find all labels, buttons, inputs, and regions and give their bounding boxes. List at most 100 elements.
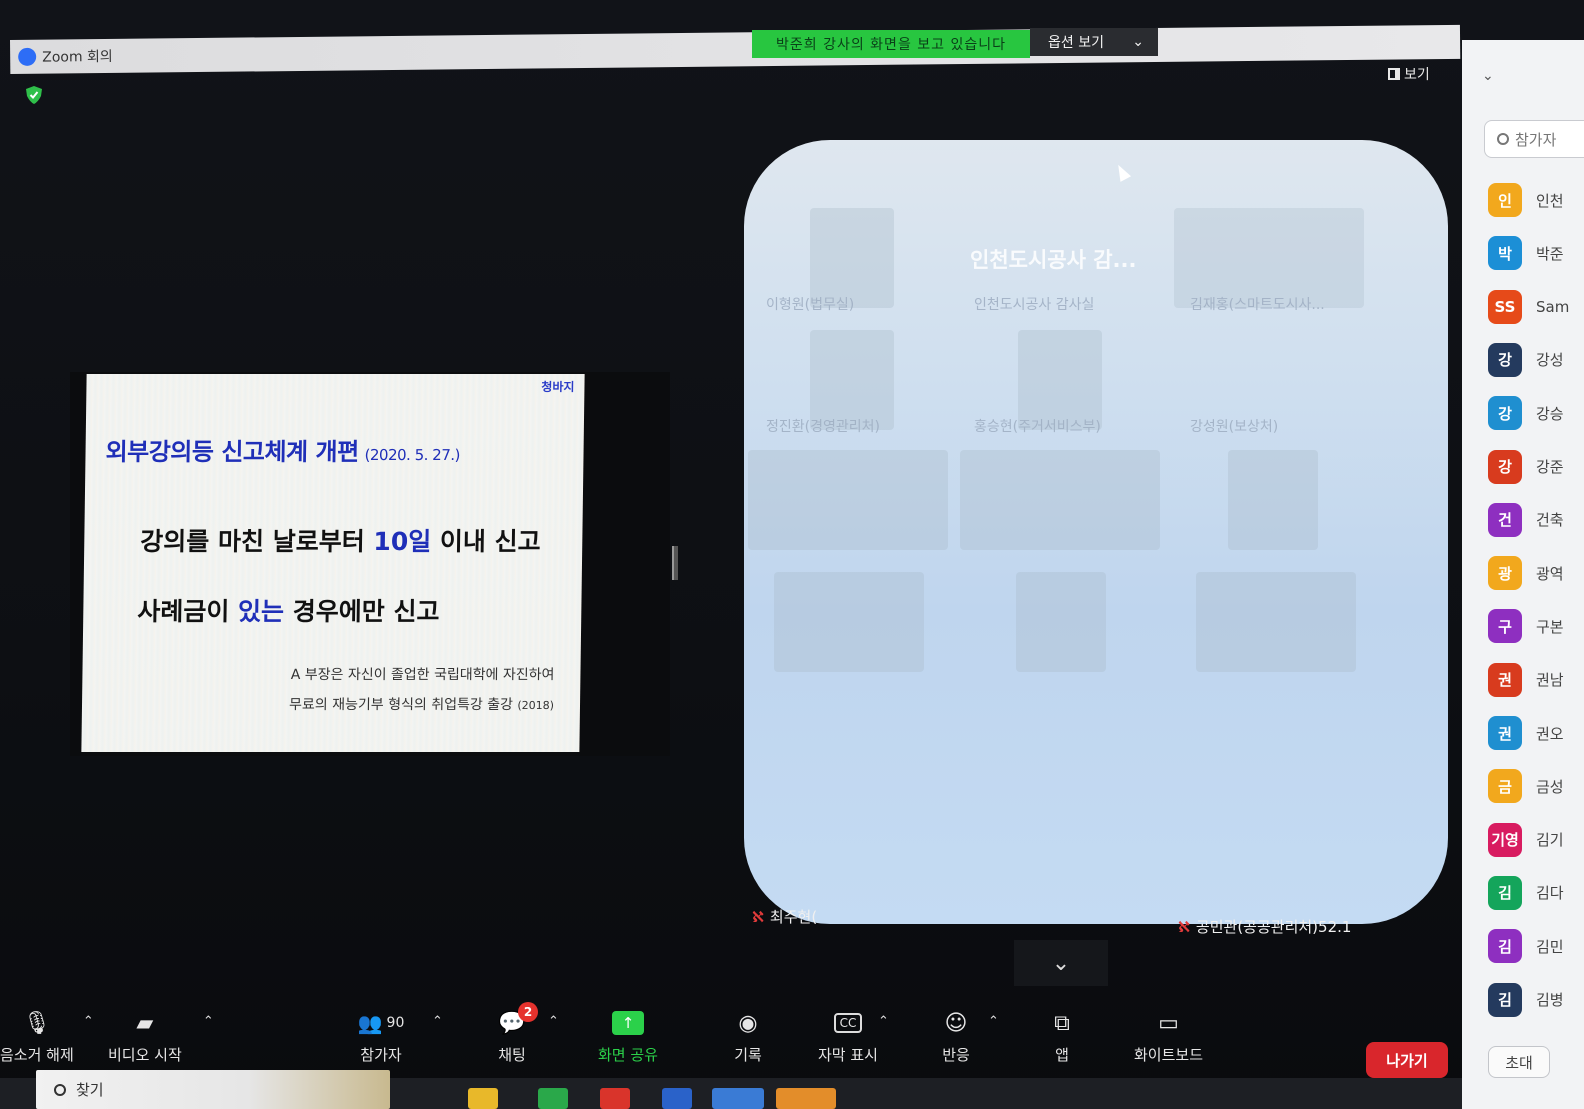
caret-up-icon[interactable]: ⌃ — [988, 1014, 999, 1029]
avatar: 강 — [1488, 342, 1522, 377]
muted-mic-icon: ℵ — [1178, 918, 1190, 936]
video-tile[interactable] — [1172, 446, 1372, 558]
apps-label: 앱 — [1055, 1046, 1069, 1064]
tile-caption-text: 공민관(공공관리처)52.1 — [1195, 918, 1352, 936]
app-icon[interactable] — [776, 1088, 836, 1109]
browser-icon[interactable] — [600, 1088, 630, 1109]
avatar: 김 — [1488, 929, 1522, 964]
participant-count: 90 — [386, 1015, 405, 1031]
video-tile[interactable] — [774, 568, 974, 680]
participant-row[interactable]: 광 광역 — [1488, 555, 1584, 591]
video-tile[interactable] — [1016, 568, 1216, 680]
apps-icon: ⧉ — [1054, 1010, 1070, 1036]
video-tile[interactable]: 홍승현(주거서비스부) — [956, 326, 1156, 438]
tile-name: 정진환(경영관리처) — [766, 419, 880, 435]
participant-row[interactable]: 김 김다 — [1488, 875, 1584, 911]
zoom-logo-icon — [18, 47, 37, 66]
participant-row[interactable]: 인 인천 — [1488, 182, 1584, 218]
video-gallery: 이형원(법무실) 인천도시공사 감... 인천도시공사 감사실 김재홍(스마트도… — [744, 140, 1448, 924]
caret-up-icon[interactable]: ⌃ — [203, 1014, 214, 1029]
window-title: Zoom 회의 — [42, 48, 113, 66]
apps-button[interactable]: ⧉ 앱 — [1044, 1008, 1080, 1065]
video-tile[interactable]: 인천도시공사 감... 인천도시공사 감사실 — [956, 204, 1156, 316]
caret-up-icon[interactable]: ⌃ — [878, 1014, 889, 1029]
invite-button[interactable]: 초대 — [1488, 1046, 1550, 1078]
avatar: 강 — [1488, 396, 1522, 431]
share-screen-button[interactable]: ↑ 화면 공유 — [598, 1008, 658, 1065]
participant-search-input[interactable]: 참가자 — [1484, 120, 1584, 158]
video-tile[interactable]: 이형원(법무실) — [748, 204, 948, 316]
participant-row[interactable]: 강 강승 — [1488, 395, 1584, 431]
slide-tag: 청바지 — [541, 380, 575, 394]
chevron-down-icon: ⌄ — [1051, 950, 1071, 976]
video-tile[interactable]: 강성원(보상처) — [1172, 326, 1372, 438]
participant-row[interactable]: 기영 김기 — [1488, 822, 1584, 858]
slide-note-2-year: (2018) — [517, 699, 555, 712]
participant-video — [1174, 208, 1364, 308]
view-layout-button[interactable]: 보기 — [1388, 64, 1430, 84]
video-tile[interactable]: 김재홍(스마트도시사... — [1172, 204, 1372, 316]
shield-icon[interactable] — [26, 86, 42, 104]
whiteboard-button[interactable]: ▭ 화이트보드 — [1134, 1008, 1203, 1065]
participant-row[interactable]: 강 강성 — [1488, 342, 1584, 378]
gallery-next-page-button[interactable]: ⌄ — [1014, 940, 1108, 986]
folder-icon[interactable] — [468, 1088, 498, 1109]
caret-up-icon[interactable]: ⌃ — [432, 1014, 443, 1029]
video-tile[interactable]: 정진환(경영관리처) — [748, 326, 948, 438]
record-button[interactable]: ◉ 기록 — [730, 1008, 766, 1065]
shared-screen: 청바지 외부강의등 신고체계 개편 (2020. 5. 27.) 강의를 마친 날… — [70, 372, 670, 756]
slide-heading: 외부강의등 신고체계 개편 (2020. 5. 27.) — [105, 432, 460, 467]
avatar: 김 — [1488, 982, 1522, 1017]
chat-icon: 💬 2 ⌃ — [494, 1002, 559, 1038]
chat-button[interactable]: 💬 2 ⌃ 채팅 — [494, 1002, 559, 1065]
participant-row[interactable]: 김 김민 — [1488, 928, 1584, 964]
share-screen-label: 화면 공유 — [598, 1046, 658, 1064]
zoom-app-icon[interactable] — [712, 1088, 764, 1109]
participants-icon: 👥 90 ⌃ — [357, 1011, 443, 1035]
participant-row[interactable]: SS Sam — [1488, 289, 1584, 325]
video-tile[interactable] — [1196, 568, 1396, 680]
participant-row[interactable]: 김 김병 — [1488, 982, 1584, 1018]
leave-button[interactable]: 나가기 — [1366, 1042, 1448, 1078]
app-icon[interactable] — [662, 1088, 692, 1109]
avatar: 김 — [1488, 875, 1522, 910]
participant-name: 박준 — [1536, 244, 1564, 263]
cc-icon: CC — [833, 1013, 863, 1033]
taskbar-search[interactable]: 찾기 — [36, 1070, 390, 1109]
participant-row[interactable]: 권 권남 — [1488, 662, 1584, 698]
start-video-button[interactable]: ▰ ⌃ 비디오 시작 — [108, 1008, 214, 1065]
participant-name: 김기 — [1536, 831, 1564, 850]
collapse-chevron-icon[interactable]: ⌄ — [1482, 68, 1494, 84]
video-tile[interactable] — [960, 446, 1160, 558]
app-icon[interactable] — [538, 1088, 568, 1109]
chat-badge: 2 — [518, 1002, 538, 1022]
participant-row[interactable]: 강 강준 — [1488, 449, 1584, 485]
participants-label: 참가자 — [360, 1046, 402, 1064]
video-off-icon: ▰ ⌃ — [136, 1010, 214, 1036]
participant-row[interactable]: 권 권오 — [1488, 715, 1584, 751]
taskbar-search-label: 찾기 — [76, 1081, 104, 1099]
participant-search-placeholder: 참가자 — [1515, 130, 1557, 149]
participant-row[interactable]: 구 구본 — [1488, 608, 1584, 644]
participant-video — [774, 572, 924, 672]
search-icon — [1497, 133, 1509, 145]
slide-note-1: A 부장은 자신이 졸업한 국립대학에 자진하여 — [290, 667, 555, 683]
avatar: 권 — [1488, 716, 1522, 750]
captions-button[interactable]: CC ⌃ 자막 표시 — [818, 1008, 889, 1065]
unmute-button[interactable]: 🎙 ⌃ 음소거 해제 — [0, 1008, 94, 1065]
caret-up-icon[interactable]: ⌃ — [548, 1014, 559, 1029]
participant-row[interactable]: 박 박준 — [1488, 235, 1584, 271]
slide-line-1-text-end: 이내 신고 — [431, 527, 541, 556]
caret-up-icon[interactable]: ⌃ — [83, 1014, 94, 1029]
avatar: 인 — [1488, 183, 1522, 217]
participant-name: 김민 — [1536, 937, 1564, 956]
split-view-handle[interactable] — [672, 546, 678, 580]
participant-row[interactable]: 건 건축 — [1488, 502, 1584, 538]
participant-row[interactable]: 금 금성 — [1488, 768, 1584, 804]
participant-name: 강준 — [1536, 458, 1564, 476]
view-options-button[interactable]: 옵션 보기 ⌄ — [1030, 28, 1158, 56]
participants-button[interactable]: 👥 90 ⌃ 참가자 — [346, 1008, 443, 1065]
reactions-button[interactable]: ☺ ⌃ 반응 — [938, 1008, 999, 1065]
tile-name: 인천도시공사 감사실 — [974, 297, 1095, 313]
video-tile[interactable] — [748, 446, 948, 558]
